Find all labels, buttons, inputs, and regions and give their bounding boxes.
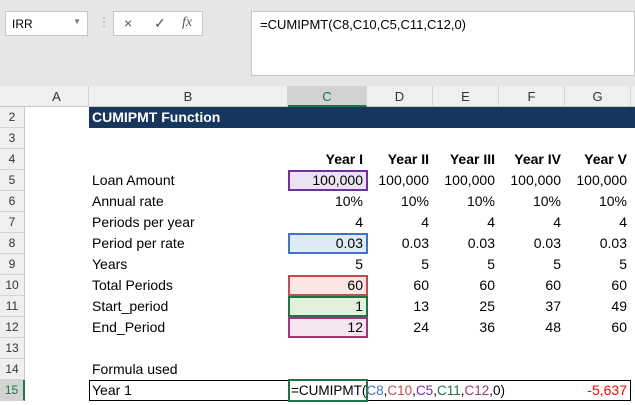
table-cell[interactable]: 100,000 [565,170,631,191]
row-header-5[interactable]: 5 [0,170,25,191]
row-header-6[interactable]: 6 [0,191,25,212]
column-header-b[interactable]: B [89,86,288,107]
table-cell[interactable]: 5 [499,254,565,275]
table-cell[interactable]: 10% [499,191,565,212]
table-cell[interactable]: 60 [499,275,565,296]
row-header-8[interactable]: 8 [0,233,25,254]
select-all-button[interactable] [0,86,25,107]
table-cell[interactable]: 1 [288,296,367,317]
table-cell[interactable]: 36 [433,317,499,338]
row-label[interactable]: Period per rate [92,233,185,254]
name-box[interactable]: IRR ▼ [5,11,88,36]
row-header-9[interactable]: 9 [0,254,25,275]
table-cell[interactable]: 10% [433,191,499,212]
table-cell[interactable]: 4 [367,212,433,233]
table-cell[interactable]: 100,000 [288,170,367,191]
column-header-e[interactable]: E [433,86,499,107]
table-cell[interactable]: 100,000 [499,170,565,191]
row-label[interactable]: End_Period [92,317,165,338]
insert-function-icon[interactable]: fx [182,15,192,31]
row-header-7[interactable]: 7 [0,212,25,233]
table-cell[interactable]: 60 [288,275,367,296]
row-label[interactable]: Annual rate [92,191,164,212]
row-header-11[interactable]: 11 [0,296,25,317]
table-cell[interactable]: 60 [367,275,433,296]
table-cell[interactable]: 0.03 [367,233,433,254]
table-cell[interactable]: 0.03 [565,233,631,254]
table-cell[interactable]: 5 [288,254,367,275]
formula-input[interactable]: =CUMIPMT(C8,C10,C5,C11,C12,0) [251,11,635,76]
table-cell[interactable]: 4 [565,212,631,233]
table-cell[interactable]: 25 [433,296,499,317]
table-cell[interactable]: 10% [565,191,631,212]
row-header-4[interactable]: 4 [0,149,25,170]
column-header-g[interactable]: G [565,86,631,107]
enter-icon[interactable]: ✓ [154,15,166,32]
name-box-value: IRR [12,17,33,31]
table-cell[interactable]: 60 [565,317,631,338]
table-cell[interactable]: 48 [499,317,565,338]
year-header[interactable]: Year V [565,149,631,170]
table-cell[interactable]: 37 [499,296,565,317]
table-cell[interactable]: 13 [367,296,433,317]
ribbon-formula-area: IRR ▼ ⋮ × ✓ fx =CUMIPMT(C8,C10,C5,C11,C12… [0,0,635,86]
column-header-f[interactable]: F [499,86,565,107]
table-cell[interactable]: 0.03 [288,233,367,254]
cancel-icon[interactable]: × [124,15,132,31]
chevron-down-icon[interactable]: ▼ [73,17,81,26]
table-cell[interactable]: 5 [433,254,499,275]
table-cell[interactable]: 60 [433,275,499,296]
row-header-12[interactable]: 12 [0,317,25,338]
formula-head: =CUMIPMT( [291,383,367,398]
column-headers: A B C D E F G [0,86,635,107]
table-cell[interactable]: 4 [433,212,499,233]
table-cell[interactable]: 60 [565,275,631,296]
column-header-d[interactable]: D [367,86,433,107]
arg-c10: C10 [387,383,413,398]
table-cell[interactable]: 0.03 [499,233,565,254]
row-header-10[interactable]: 10 [0,275,25,296]
row-label[interactable]: Periods per year [92,212,195,233]
table-cell[interactable]: 12 [288,317,367,338]
row-header-14[interactable]: 14 [0,359,25,380]
cell-formula-c15[interactable]: =CUMIPMT(C8,C10,C5,C11,C12,0) [291,380,505,401]
formula-used-label: Formula used [92,361,178,377]
table-cell[interactable]: 4 [288,212,367,233]
drag-handle-icon[interactable]: ⋮ [98,15,110,29]
result-g15: -5,637 [587,382,627,398]
table-cell[interactable]: 100,000 [367,170,433,191]
table-cell[interactable]: 10% [367,191,433,212]
column-header-a[interactable]: A [25,86,89,107]
formula-buttons: × ✓ fx [113,11,203,36]
arg-c5: C5 [415,383,434,398]
table-cell[interactable]: 10% [288,191,367,212]
row-label[interactable]: Total Periods [92,275,173,296]
row-label[interactable]: Loan Amount [92,170,175,191]
year-header[interactable]: Year I [288,149,367,170]
table-cell[interactable]: 5 [367,254,433,275]
arg-c11: C11 [436,383,461,398]
row-label[interactable]: Start_period [92,296,168,317]
formula-tail: ,0) [489,383,506,398]
table-cell[interactable]: 49 [565,296,631,317]
sheet-title: CUMIPMT Function [89,107,635,128]
row-header-13[interactable]: 13 [0,338,25,359]
row-header-15[interactable]: 15 [0,380,25,401]
table-cell[interactable]: 4 [499,212,565,233]
column-header-c[interactable]: C [288,86,367,107]
table-cell[interactable]: 24 [367,317,433,338]
table-cell[interactable]: 5 [565,254,631,275]
year-header[interactable]: Year II [367,149,433,170]
table-cell[interactable]: 100,000 [433,170,499,191]
arg-c8: C8 [366,383,384,398]
row-label[interactable]: Years [92,254,127,275]
year1-label: Year 1 [92,382,132,398]
arg-c12: C12 [464,383,490,398]
year-header[interactable]: Year III [433,149,499,170]
row-header-3[interactable]: 3 [0,128,25,149]
table-cell[interactable]: 0.03 [433,233,499,254]
year-header[interactable]: Year IV [499,149,565,170]
row-header-2[interactable]: 2 [0,107,25,128]
